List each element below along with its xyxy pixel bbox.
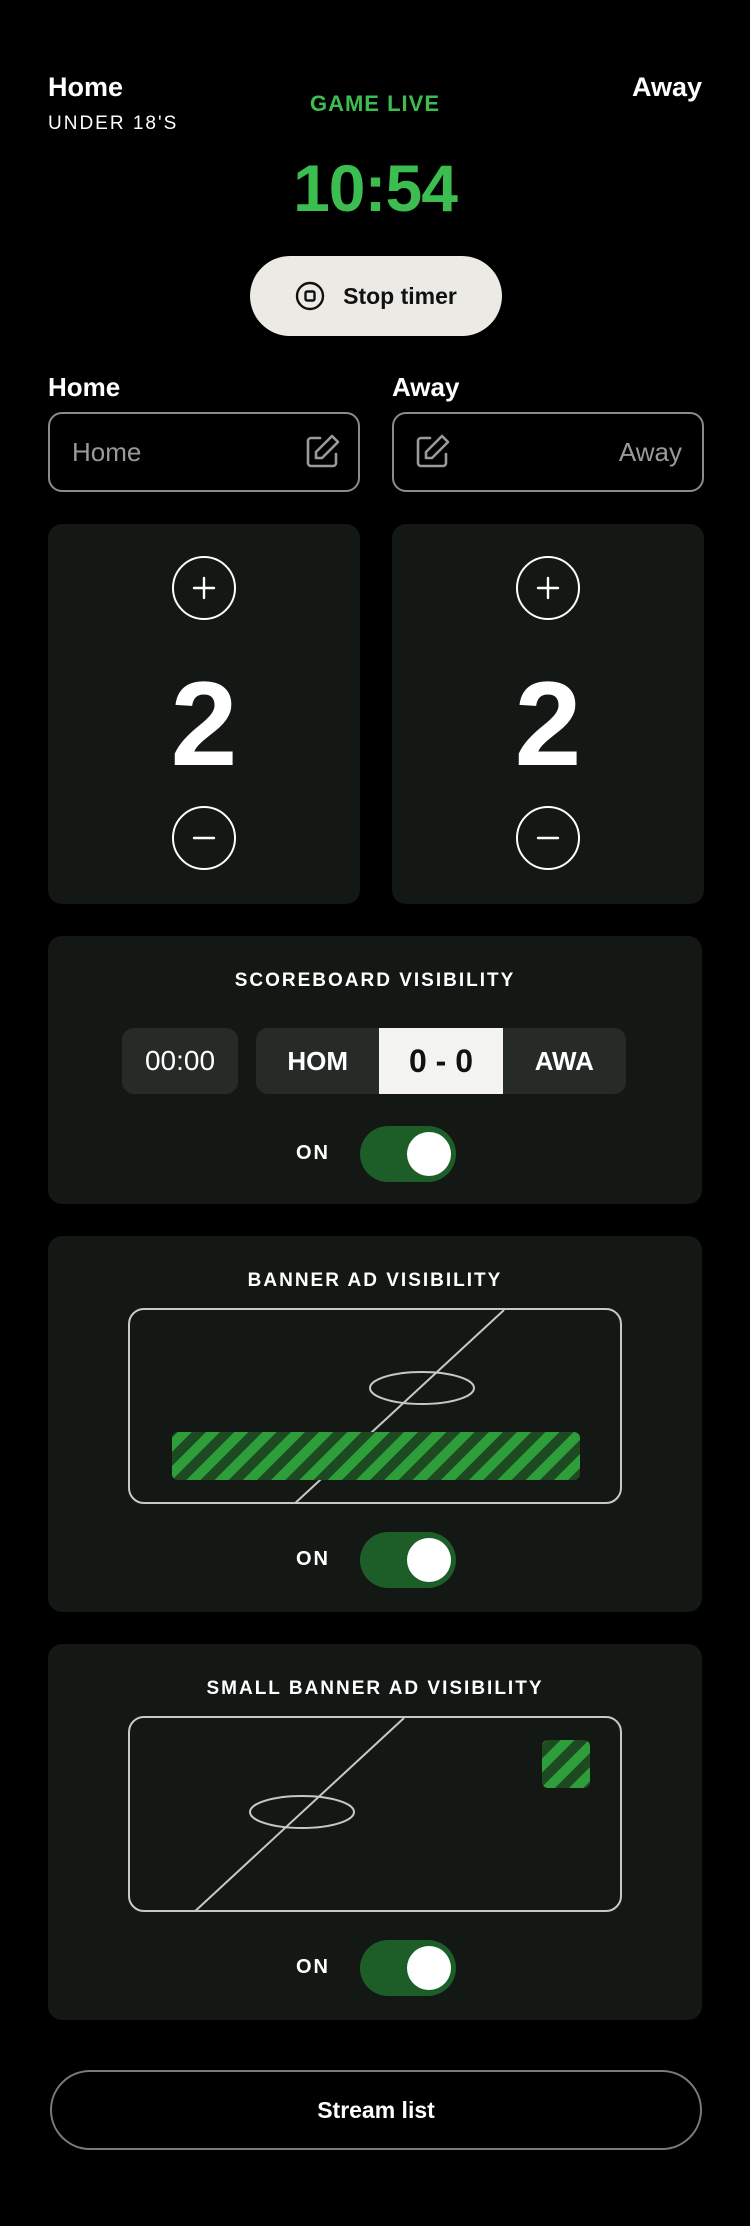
banner-ad-visibility-panel: BANNER AD VISIBILITY ON [48, 1236, 702, 1612]
home-name-placeholder: Home [72, 436, 142, 467]
stop-timer-button[interactable]: Stop timer [250, 256, 502, 336]
game-timer: 10:54 [293, 151, 458, 225]
scoreboard-away-abbr: AWA [534, 1045, 594, 1076]
edit-icon[interactable] [412, 432, 452, 472]
small-banner-ad-toggle-label: ON [296, 1956, 330, 1978]
small-banner-ad-preview [128, 1716, 622, 1912]
away-decrement-button[interactable] [516, 806, 580, 870]
scoreboard-visibility-panel: SCOREBOARD VISIBILITY 00:00 HOM 0 - 0 AW… [48, 936, 702, 1204]
away-name-field[interactable]: Away [392, 412, 704, 492]
scoreboard-visibility-title: SCOREBOARD VISIBILITY [234, 970, 516, 991]
scoreboard-preview: HOM 0 - 0 AWA [256, 1028, 626, 1094]
home-name-field[interactable]: Home [48, 412, 360, 492]
small-banner-ad-visibility-title: SMALL BANNER AD VISIBILITY [206, 1678, 544, 1699]
home-field-label: Home [48, 372, 121, 402]
scoreboard-score: 0 - 0 [379, 1028, 503, 1094]
stop-icon [295, 281, 325, 311]
game-status: GAME LIVE [309, 91, 440, 116]
scoreboard-visibility-toggle[interactable] [360, 1126, 456, 1182]
scoreboard-preview-time: 00:00 [122, 1028, 238, 1094]
stream-list-button[interactable]: Stream list [50, 2070, 702, 2150]
scoreboard-toggle-label: ON [296, 1142, 330, 1164]
home-increment-button[interactable] [172, 556, 236, 620]
minus-icon [192, 836, 216, 840]
edit-icon[interactable] [302, 432, 342, 472]
banner-ad-preview [128, 1308, 622, 1504]
banner-ad-visibility-title: BANNER AD VISIBILITY [247, 1270, 503, 1291]
away-name-placeholder: Away [618, 436, 682, 467]
away-score-card: 2 [392, 524, 704, 904]
home-decrement-button[interactable] [172, 806, 236, 870]
banner-ad-visibility-toggle[interactable] [360, 1532, 456, 1588]
toggle-knob [407, 1132, 451, 1176]
toggle-knob [407, 1946, 451, 1990]
minus-icon [536, 836, 560, 840]
small-banner-ad-placeholder [542, 1740, 590, 1788]
away-increment-button[interactable] [516, 556, 580, 620]
away-score: 2 [514, 657, 582, 791]
plus-icon [192, 576, 216, 600]
small-banner-ad-visibility-panel: SMALL BANNER AD VISIBILITY ON [48, 1644, 702, 2020]
banner-ad-placeholder [172, 1432, 580, 1480]
plus-icon [536, 576, 560, 600]
stop-timer-label: Stop timer [343, 282, 457, 309]
away-field-label: Away [392, 372, 460, 402]
small-banner-ad-visibility-toggle[interactable] [360, 1940, 456, 1996]
home-score: 2 [170, 657, 238, 791]
toggle-knob [407, 1538, 451, 1582]
scoreboard-home-abbr: HOM [287, 1045, 348, 1076]
home-score-card: 2 [48, 524, 360, 904]
banner-ad-toggle-label: ON [296, 1548, 330, 1570]
